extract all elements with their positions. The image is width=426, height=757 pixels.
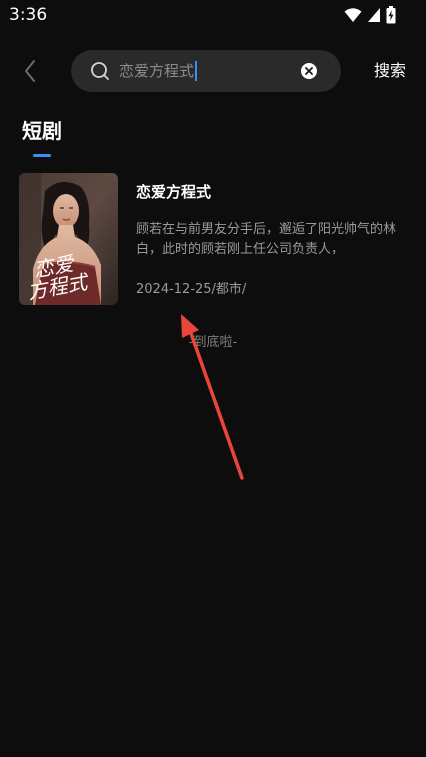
chevron-left-icon <box>25 60 35 82</box>
search-submit-button[interactable]: 搜索 <box>374 60 406 82</box>
search-box[interactable]: 恋爱方程式 <box>71 50 341 92</box>
signal-icon <box>368 8 380 22</box>
annotation-arrow <box>181 314 244 480</box>
result-meta: 2024-12-25/都市/ <box>136 282 247 297</box>
status-bar: 3:36 <box>0 0 426 30</box>
search-query-text: 恋爱方程式 <box>119 62 195 80</box>
result-description: 顾若在与前男友分手后，邂逅了阳光帅气的林白，此时的顾若刚上任公司负责人， <box>136 222 397 257</box>
result-title[interactable]: 恋爱方程式 <box>136 181 211 203</box>
end-of-list-note: -到底啦- <box>188 335 238 350</box>
search-input[interactable]: 恋爱方程式 <box>119 60 198 82</box>
clear-search-button[interactable] <box>301 63 317 79</box>
status-icons <box>344 6 396 24</box>
back-button[interactable] <box>16 57 44 85</box>
battery-icon <box>386 6 396 24</box>
tab-short-drama[interactable]: 短剧 <box>22 117 62 157</box>
search-header: 恋爱方程式 搜索 <box>0 50 426 92</box>
search-icon <box>91 62 109 80</box>
poster-image[interactable]: 恋爱 方程式 <box>19 173 118 305</box>
text-caret <box>195 61 198 81</box>
status-time: 3:36 <box>9 5 48 25</box>
wifi-icon <box>344 8 362 22</box>
close-icon <box>305 67 313 75</box>
section-title: 短剧 <box>22 119 62 143</box>
result-item[interactable]: 恋爱 方程式 恋爱方程式 顾若在与前男友分手后，邂逅了阳光帅气的林白，此时的顾若… <box>19 173 414 305</box>
tab-active-indicator <box>33 154 51 157</box>
poster-illustration: 恋爱 方程式 <box>19 173 118 305</box>
